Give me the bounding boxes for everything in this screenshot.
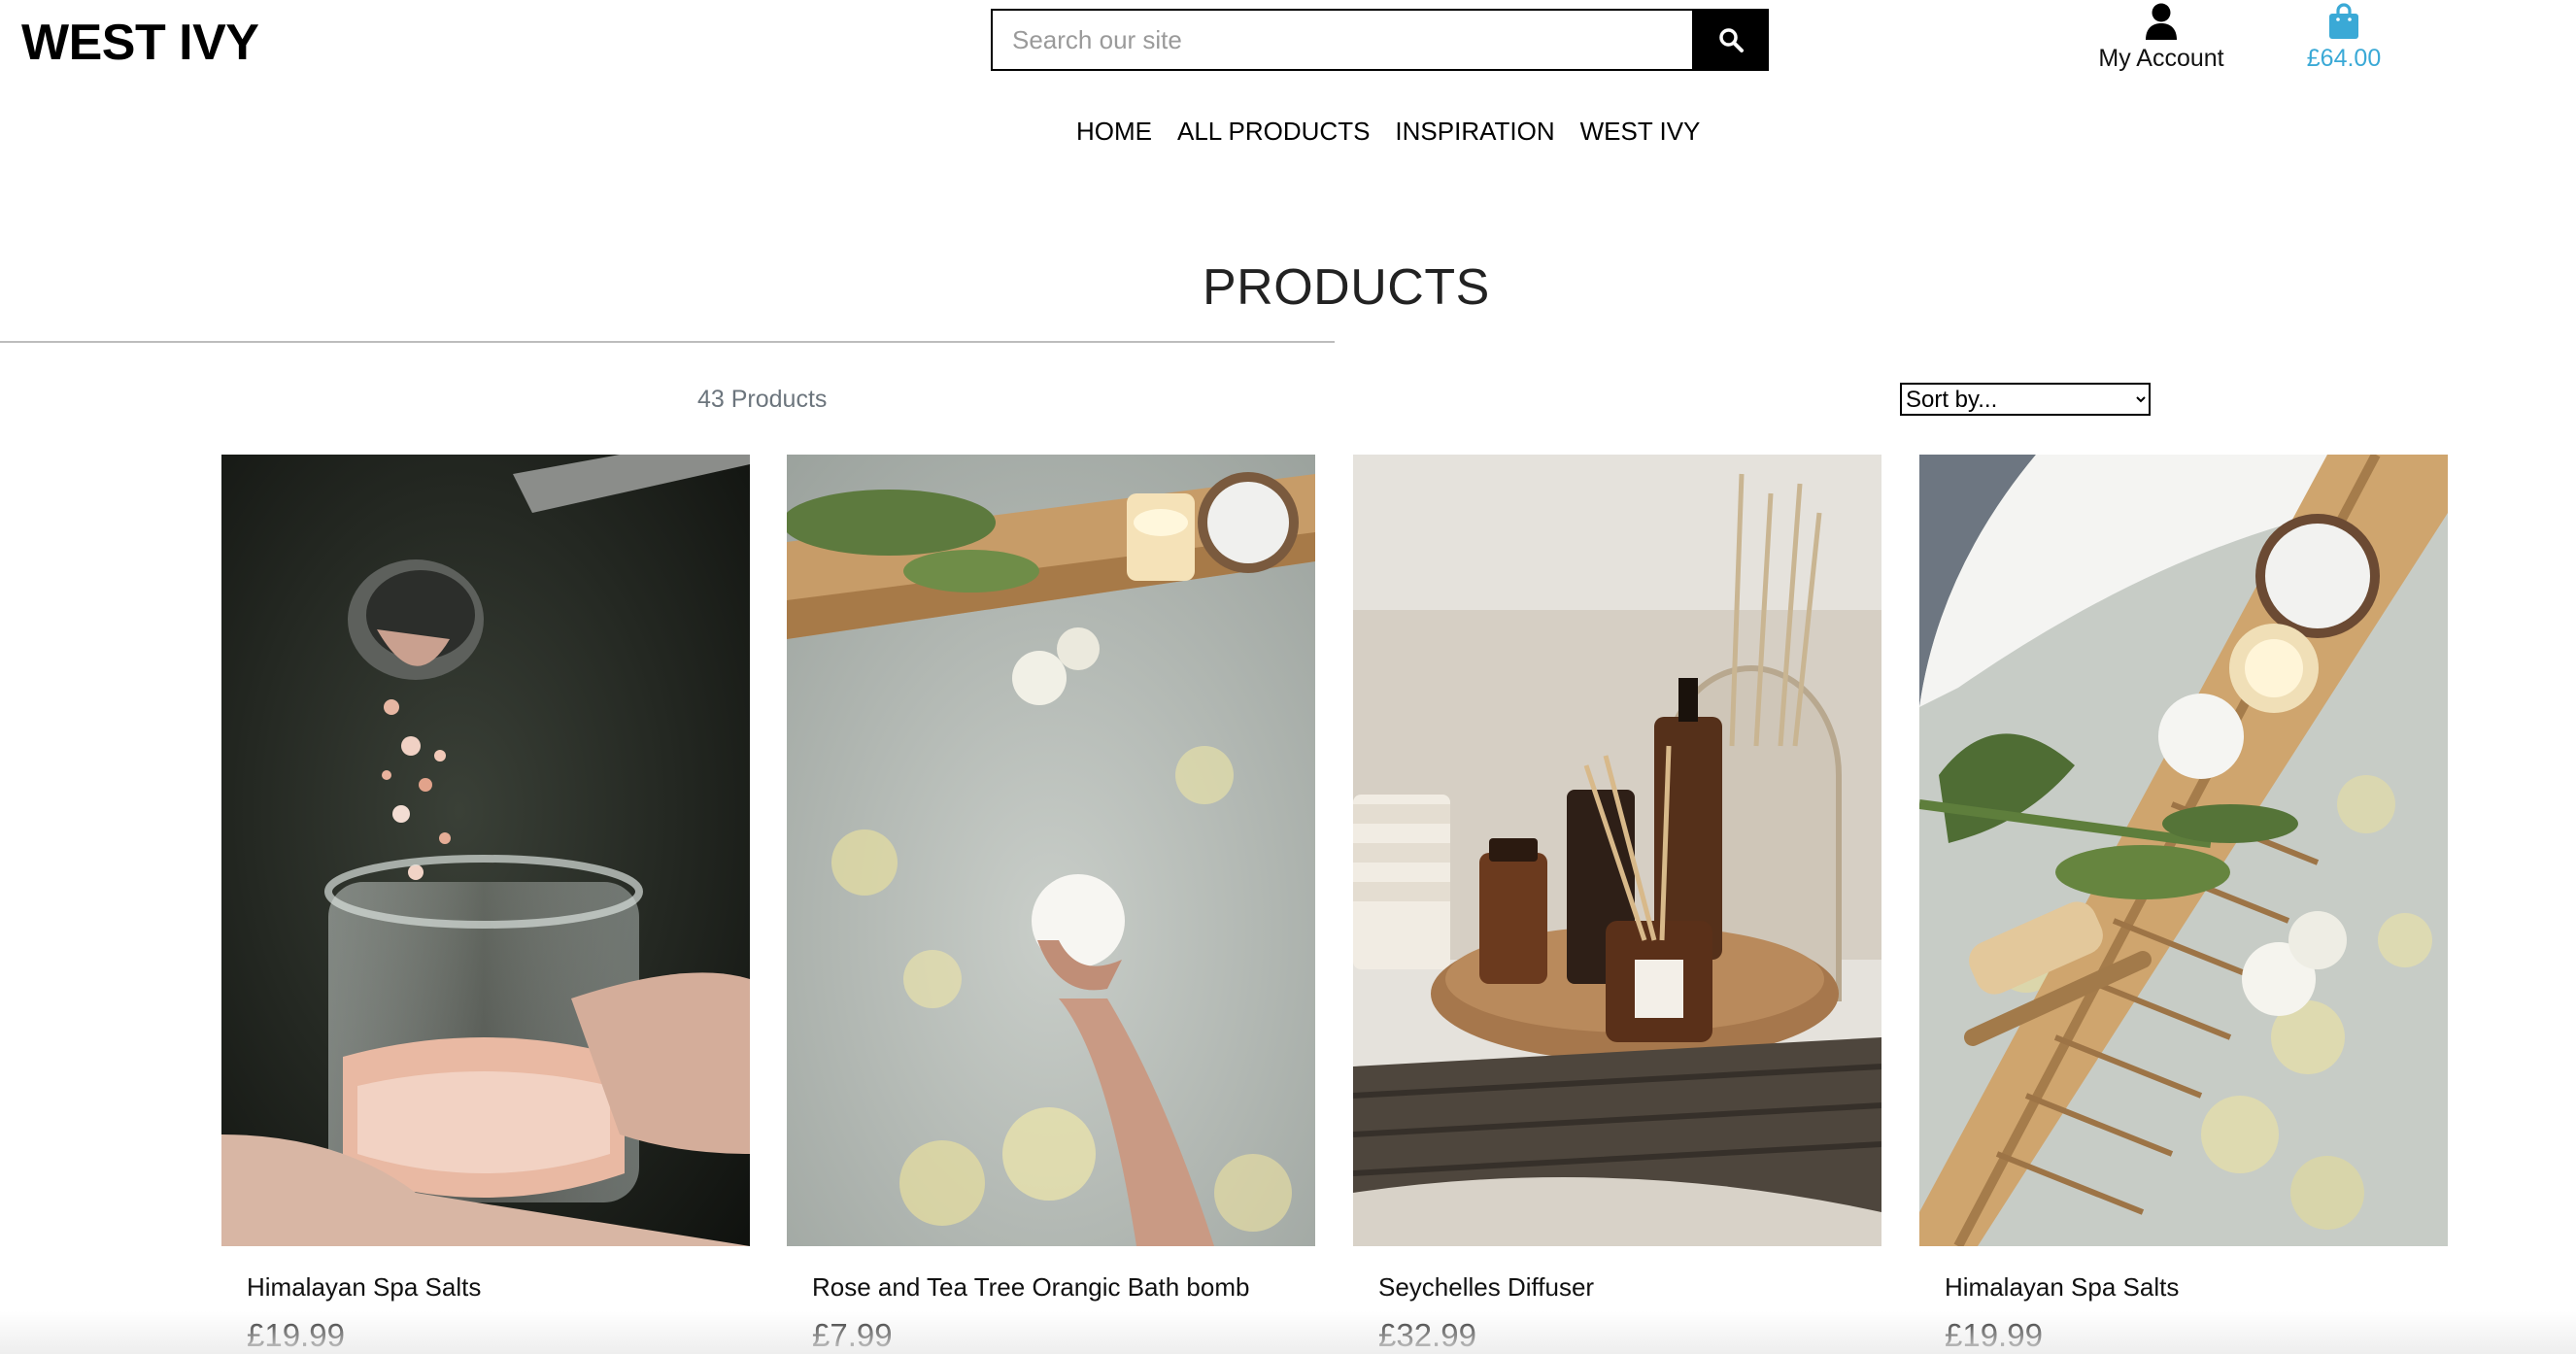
my-account-label: My Account (2098, 45, 2224, 72)
nav-all-products[interactable]: ALL PRODUCTS (1177, 117, 1370, 147)
product-name[interactable]: Himalayan Spa Salts (1945, 1272, 2179, 1303)
nav-west-ivy[interactable]: WEST IVY (1580, 117, 1701, 147)
user-icon (2146, 3, 2177, 40)
product-image[interactable] (221, 455, 750, 1246)
title-divider (0, 341, 1335, 343)
product-price: £32.99 (1378, 1317, 1476, 1353)
page-title: PRODUCTS (1203, 259, 1490, 316)
sort-select[interactable]: Sort by... (1900, 383, 2151, 416)
shopping-bag-icon (2329, 3, 2358, 39)
product-name[interactable]: Rose and Tea Tree Orangic Bath bomb (812, 1272, 1249, 1303)
nav-home[interactable]: HOME (1076, 117, 1152, 147)
product-card[interactable]: Himalayan Spa Salts £19.99 (1919, 455, 2448, 1353)
product-image[interactable] (787, 455, 1315, 1246)
product-name[interactable]: Seychelles Diffuser (1378, 1272, 1594, 1303)
bottom-scroll-shadow (0, 1311, 2576, 1354)
bag-total: £64.00 (2306, 45, 2382, 72)
page: WEST IVY My Account £64.00 HOME ALL PROD… (0, 0, 2576, 1354)
product-image[interactable] (1919, 455, 2448, 1246)
product-card[interactable]: Rose and Tea Tree Orangic Bath bomb £7.9… (787, 455, 1315, 1353)
search-button[interactable] (1692, 9, 1769, 71)
nav-inspiration[interactable]: INSPIRATION (1395, 117, 1554, 147)
site-logo[interactable]: WEST IVY (21, 14, 259, 72)
search-form (991, 9, 1769, 71)
product-name[interactable]: Himalayan Spa Salts (247, 1272, 481, 1303)
product-price: £19.99 (247, 1317, 345, 1353)
product-count: 43 Products (697, 386, 828, 413)
main-nav: HOME ALL PRODUCTS INSPIRATION WEST IVY (1076, 117, 1700, 147)
product-image[interactable] (1353, 455, 1881, 1246)
product-price: £19.99 (1945, 1317, 2043, 1353)
search-icon (1718, 28, 1744, 52)
product-card[interactable]: Seychelles Diffuser £32.99 (1353, 455, 1881, 1353)
my-account-link[interactable]: My Account (2079, 0, 2244, 78)
shopping-bag-link[interactable]: £64.00 (2290, 0, 2397, 78)
search-input[interactable] (991, 9, 1692, 71)
product-price: £7.99 (812, 1317, 893, 1353)
product-card[interactable]: Himalayan Spa Salts £19.99 (221, 455, 750, 1353)
